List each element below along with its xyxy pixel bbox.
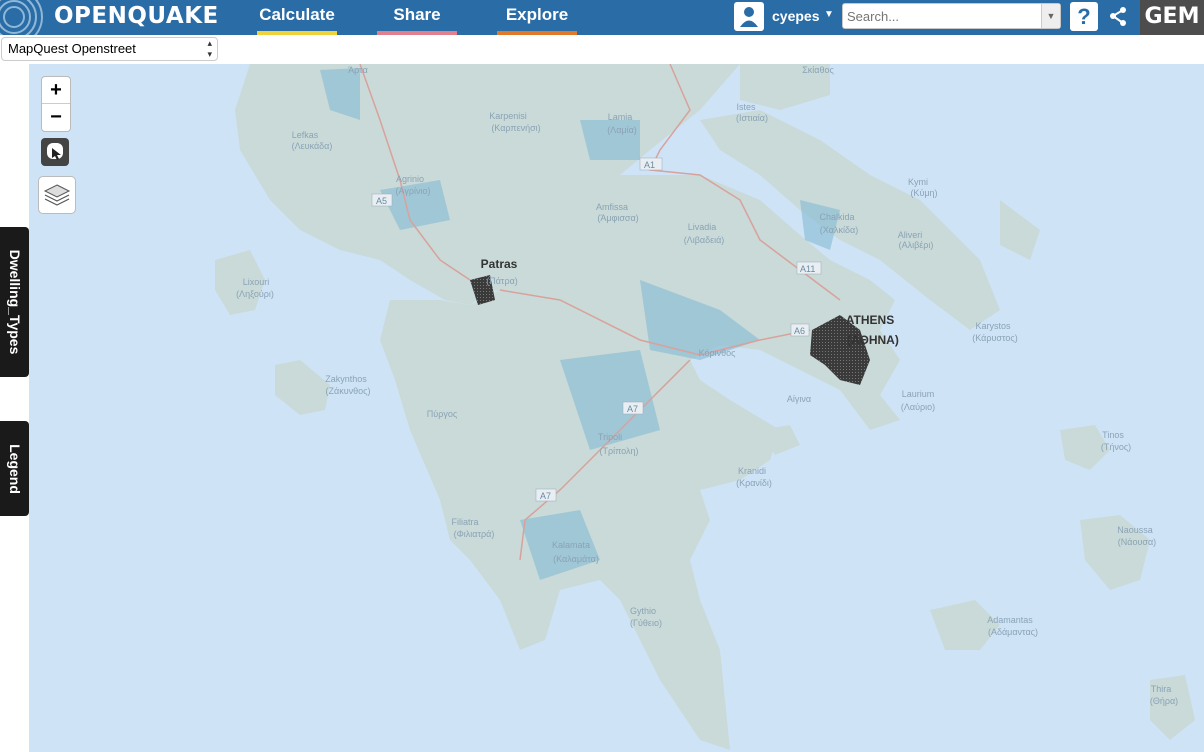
place-native-name: (Ιστιαία)	[736, 113, 768, 123]
dwelling-types-tab[interactable]: Dwelling_Types	[0, 227, 29, 377]
zoom-control: + −	[41, 76, 71, 132]
place-native-name: (Αγρίνιο)	[396, 186, 431, 196]
nav-tab-label: Calculate	[259, 5, 335, 24]
nav-tab-label: Share	[393, 5, 441, 24]
place-native-name: (Πάτρα)	[486, 276, 518, 286]
place-native-name: (Ληξούρι)	[236, 289, 274, 299]
quake-waves-icon	[0, 0, 43, 46]
place-name: Tripoli	[598, 432, 622, 442]
road-label: A11	[800, 264, 815, 274]
place-name: Filiatra	[451, 517, 478, 527]
nav-tab-label: Explore	[505, 5, 569, 24]
place-name: Patras	[481, 257, 518, 271]
user-menu[interactable]: cyepes	[772, 8, 819, 24]
place-name: Σκίαθος	[802, 65, 834, 75]
road-label: A7	[540, 491, 551, 501]
dwelling-types-label: Dwelling_Types	[6, 249, 23, 355]
gem-logo[interactable]: GEM	[1140, 0, 1204, 35]
layers-icon	[43, 184, 71, 206]
place-native-name: (Λαμία)	[607, 125, 637, 135]
place-name: Zakynthos	[325, 374, 367, 384]
place-native-name: (Θήρα)	[1150, 696, 1178, 706]
legend-label: Legend	[6, 443, 23, 494]
place-name: Lixouri	[243, 277, 270, 287]
place-native-name: (Καρπενήσι)	[491, 123, 540, 133]
place-name: Karystos	[975, 321, 1011, 331]
place-name: Amfissa	[596, 202, 628, 212]
place-name: Κόρινθος	[699, 348, 737, 358]
place-native-name: (Τήνος)	[1101, 442, 1131, 452]
help-button[interactable]: ?	[1070, 2, 1098, 31]
place-native-name: (Λευκάδα)	[292, 141, 333, 151]
place-native-name: (Ζάκυνθος)	[326, 386, 371, 396]
select-arrows-icon: ▴ ▾	[207, 38, 212, 59]
pointer-hand-icon	[47, 143, 63, 160]
place-native-name: (Αλιβέρι)	[899, 240, 934, 250]
basemap-toolbar: MapQuest Openstreet ▴ ▾	[0, 35, 1204, 64]
road-label: A5	[376, 196, 387, 206]
place-native-name: (Καλαμάτα)	[553, 554, 599, 564]
place-native-name: (Νάουσα)	[1118, 537, 1156, 547]
layers-button[interactable]	[38, 176, 76, 214]
place-name: Kalamata	[552, 540, 590, 550]
place-native-name: (Κύμη)	[910, 188, 937, 198]
basemap-select[interactable]: MapQuest Openstreet ▴ ▾	[1, 37, 218, 61]
interaction-mode-button[interactable]	[41, 138, 69, 166]
place-name: Naoussa	[1117, 525, 1153, 535]
logo-text: OPENQUAKE	[54, 3, 219, 29]
legend-tab[interactable]: Legend	[0, 421, 29, 516]
user-avatar-icon[interactable]	[734, 2, 764, 31]
search-dropdown-button[interactable]: ▼	[1041, 4, 1060, 28]
top-navigation-bar: OPENQUAKE Calculate Share Explore cyepes…	[0, 0, 1204, 46]
place-name: Livadia	[688, 222, 717, 232]
place-native-name: (Άμφισσα)	[597, 213, 638, 223]
place-name: Chalkida	[819, 212, 854, 222]
place-name: Αίγινα	[787, 394, 811, 404]
openquake-logo[interactable]: OPENQUAKE	[0, 0, 230, 46]
place-native-name: (Λιβαδειά)	[684, 235, 725, 245]
road-label: A7	[627, 404, 638, 414]
place-name: Lamia	[608, 112, 633, 122]
place-name: Agrinio	[396, 174, 424, 184]
place-native-name: (Κρανίδι)	[736, 478, 772, 488]
place-native-name: (Κάρυστος)	[972, 333, 1017, 343]
map-canvas[interactable]: A1 A5 A11 A6 A7 A7 Άρτα Σκίαθος Istes (Ι…	[29, 64, 1204, 752]
place-native-name: (Λαύριο)	[901, 402, 935, 412]
place-native-name: (Τρίπολη)	[599, 446, 638, 456]
nav-tab-explore[interactable]: Explore	[497, 0, 577, 35]
place-name: Kymi	[908, 177, 928, 187]
place-name: ATHENS	[846, 313, 894, 327]
nav-tab-share[interactable]: Share	[377, 0, 457, 35]
basemap-selected-value: MapQuest Openstreet	[8, 41, 136, 56]
road-label: A6	[794, 326, 805, 336]
place-native-name: (Γύθειο)	[630, 618, 662, 628]
side-panel-strip: Dwelling_Types Legend	[0, 64, 29, 752]
place-name: Lefkas	[292, 130, 319, 140]
zoom-in-button[interactable]: +	[42, 77, 70, 104]
place-name: Πύργος	[427, 409, 458, 419]
place-native-name: (Αδάμαντας)	[988, 627, 1038, 637]
nav-tab-calculate[interactable]: Calculate	[257, 0, 337, 35]
place-name: Gythio	[630, 606, 656, 616]
road-label: A1	[644, 160, 655, 170]
place-name: Kranidi	[738, 466, 766, 476]
place-name: Aliveri	[898, 230, 923, 240]
place-native-name: (ΑΘΗΝΑ)	[847, 333, 899, 347]
place-name: Άρτα	[348, 65, 368, 75]
share-icon[interactable]	[1104, 2, 1132, 31]
zoom-out-button[interactable]: −	[42, 104, 70, 130]
place-name: Laurium	[902, 389, 935, 399]
place-name: Istes	[736, 102, 756, 112]
chevron-down-icon[interactable]: ▼	[824, 9, 834, 20]
place-name: Adamantas	[987, 615, 1033, 625]
place-native-name: (Φιλιατρά)	[454, 529, 495, 539]
search-input[interactable]	[847, 8, 1037, 24]
place-native-name: (Χαλκίδα)	[820, 225, 858, 235]
place-name: Thira	[1151, 684, 1172, 694]
place-name: Karpenisi	[489, 111, 527, 121]
search-box: ▼	[842, 3, 1061, 29]
map-view[interactable]: A1 A5 A11 A6 A7 A7 Άρτα Σκίαθος Istes (Ι…	[29, 64, 1204, 752]
place-name: Tinos	[1102, 430, 1124, 440]
